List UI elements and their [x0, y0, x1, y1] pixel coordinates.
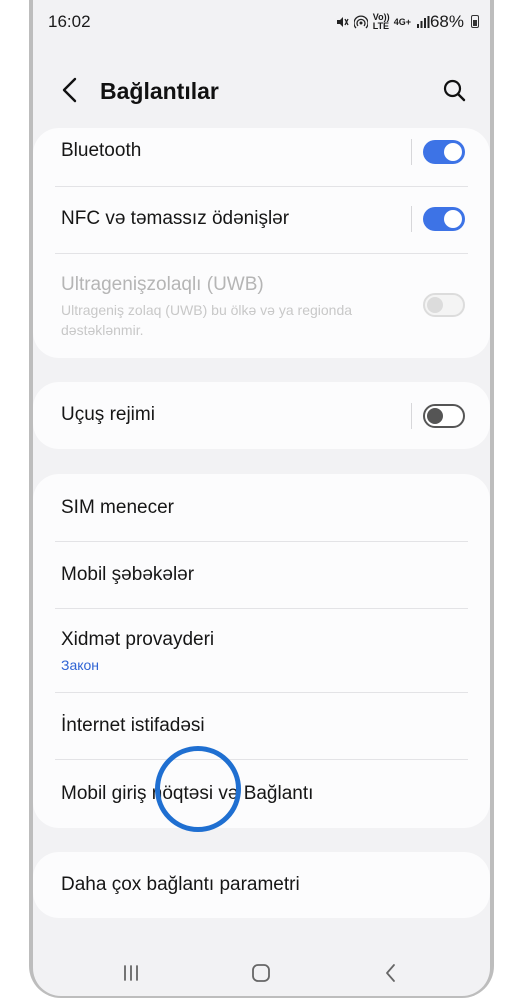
- battery-icon: [471, 15, 479, 28]
- bluetooth-separator: [411, 139, 412, 165]
- mobile-networks-label: Mobil şəbəkələr: [61, 564, 195, 585]
- nfc-label: NFC və təmassız ödənişlər: [61, 208, 290, 229]
- airplane-mode-label: Uçuş rejimi: [61, 404, 155, 425]
- network-card: SIM menecer Mobil şəbəkələr Xidmət prova…: [33, 474, 490, 828]
- mute-icon: [336, 17, 349, 27]
- status-bar: 16:02 Vo)) LTE 4G+ 68%: [33, 0, 490, 44]
- phone-screen: 16:02 Vo)) LTE 4G+ 68% Bağlantılar Bluet…: [33, 0, 490, 996]
- status-time: 16:02: [48, 12, 91, 31]
- airplane-mode-row[interactable]: Uçuş rejimi: [33, 404, 490, 444]
- nav-back-icon: [386, 964, 395, 982]
- airplane-mode-toggle[interactable]: [423, 404, 465, 428]
- network-type-label: 4G+: [393, 16, 411, 27]
- more-connection-settings-label: Daha çox bağlantı parametri: [61, 874, 300, 895]
- row-divider: [55, 692, 468, 693]
- home-icon: [252, 964, 270, 982]
- data-usage-label: İnternet istifadəsi: [61, 715, 205, 736]
- row-divider: [55, 186, 468, 187]
- service-provider-value: Закон: [61, 657, 100, 673]
- hotspot-tethering-label: Mobil giriş nöqtəsi və Bağlantı: [61, 783, 314, 804]
- page-title: Bağlantılar: [100, 78, 219, 104]
- uwb-description: Ultrageniş zolaq (UWB) bu ölkə və ya reg…: [61, 302, 353, 338]
- navigation-bar: [33, 948, 490, 996]
- bluetooth-label: Bluetooth: [61, 140, 142, 161]
- nav-back-button[interactable]: [376, 960, 406, 986]
- row-divider: [55, 253, 468, 254]
- status-icons: Vo)) LTE 4G+: [335, 12, 430, 32]
- airplane-card: Uçuş rejimi: [33, 382, 490, 449]
- service-provider-row[interactable]: Xidmət provayderi Закон: [33, 629, 490, 689]
- row-divider: [55, 541, 468, 542]
- uwb-label: Ultragenişzolaqlı (UWB): [61, 274, 264, 295]
- battery-percent: 68%: [429, 12, 464, 31]
- signal-icon: [417, 16, 430, 28]
- bluetooth-toggle[interactable]: [423, 140, 465, 164]
- bluetooth-row[interactable]: Bluetooth: [33, 140, 490, 188]
- nfc-row[interactable]: NFC və təmassız ödənişlər: [33, 208, 490, 256]
- sim-manager-label: SIM menecer: [61, 497, 174, 518]
- volte-label: Vo)) LTE: [372, 12, 390, 31]
- uwb-toggle: [423, 293, 465, 317]
- more-connection-settings-row[interactable]: Daha çox bağlantı parametri: [33, 874, 490, 914]
- recents-icon: [124, 965, 138, 981]
- back-button[interactable]: [55, 74, 87, 106]
- row-divider: [55, 759, 468, 760]
- connectivity-card: Bluetooth NFC və təmassız ödənişlər Ultr…: [33, 128, 490, 358]
- uwb-row: Ultragenişzolaqlı (UWB) Ultrageniş zolaq…: [33, 274, 490, 354]
- hotspot-tethering-row[interactable]: Mobil giriş nöqtəsi və Bağlantı: [33, 783, 490, 823]
- sim-manager-row[interactable]: SIM menecer: [33, 497, 490, 537]
- nfc-toggle[interactable]: [423, 207, 465, 231]
- airplane-separator: [411, 403, 412, 429]
- more-settings-card: Daha çox bağlantı parametri: [33, 852, 490, 918]
- nfc-separator: [411, 206, 412, 232]
- hotspot-icon: [353, 15, 368, 29]
- search-icon: [443, 79, 466, 102]
- back-arrow-icon: [62, 77, 77, 103]
- app-header: Bağlantılar: [33, 62, 490, 122]
- mobile-networks-row[interactable]: Mobil şəbəkələr: [33, 564, 490, 604]
- recents-button[interactable]: [116, 960, 146, 986]
- service-provider-label: Xidmət provayderi: [61, 629, 215, 650]
- row-divider: [55, 608, 468, 609]
- search-button[interactable]: [440, 76, 470, 106]
- home-button[interactable]: [246, 960, 276, 986]
- data-usage-row[interactable]: İnternet istifadəsi: [33, 715, 490, 755]
